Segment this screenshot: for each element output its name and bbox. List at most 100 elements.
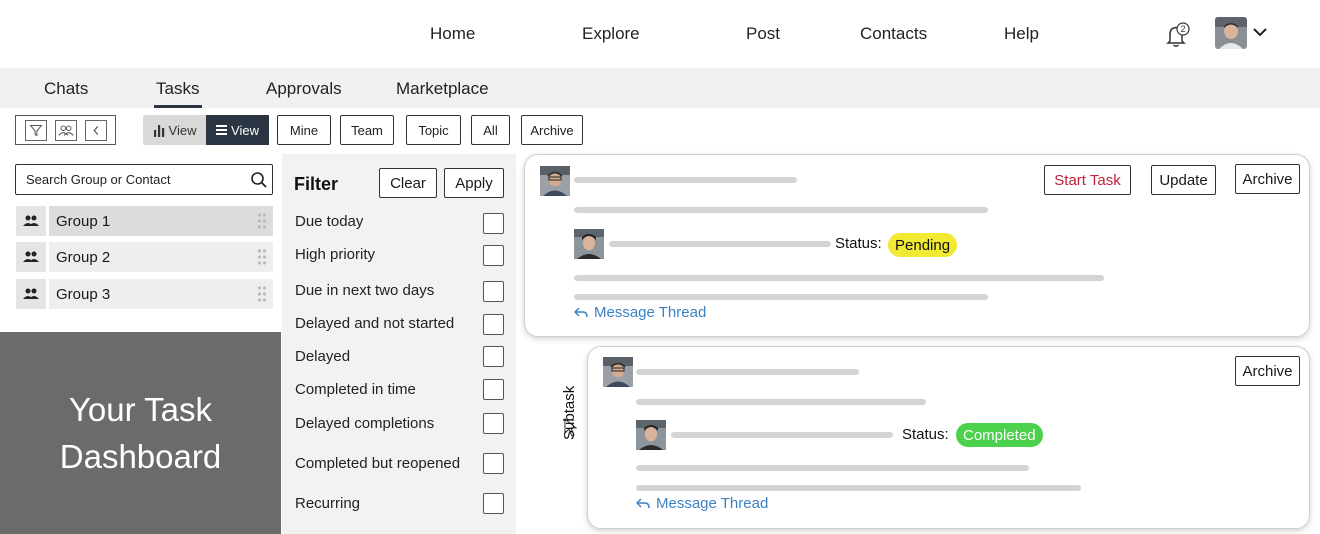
nav-explore[interactable]: Explore [582, 24, 640, 44]
nav-post[interactable]: Post [746, 24, 780, 44]
task-card[interactable]: Status: Pending Message Thread Start Tas… [524, 154, 1310, 337]
group-icon[interactable] [55, 120, 77, 141]
chart-view-label: View [168, 122, 197, 138]
filter-checkbox-due-next-two-days[interactable] [483, 281, 504, 302]
toolbar-icon-group [15, 115, 116, 145]
reply-icon [574, 307, 588, 318]
assignee-avatar [636, 420, 666, 450]
search-icon[interactable] [250, 171, 268, 189]
assigner-avatar [540, 166, 570, 196]
status-label: Status: [902, 426, 949, 443]
tab-chats[interactable]: Chats [44, 79, 88, 99]
filter-checkbox-completed-in-time[interactable] [483, 379, 504, 400]
filter-option-label: Completed in time [295, 381, 416, 398]
group-item-2[interactable]: Group 2 [16, 242, 273, 272]
placeholder-line [636, 369, 859, 375]
filter-icon[interactable] [25, 120, 47, 141]
group-item-1[interactable]: Group 1 [16, 206, 273, 236]
apply-button[interactable]: Apply [444, 168, 504, 198]
reply-icon [636, 498, 650, 509]
clear-button[interactable]: Clear [379, 168, 437, 198]
archive-button[interactable]: Archive [1235, 164, 1300, 194]
filter-option-label: Completed but reopened [295, 455, 461, 472]
search-placeholder: Search Group or Contact [26, 172, 171, 187]
dashboard-banner: Your Task Dashboard [0, 332, 281, 534]
filter-checkbox-due-today[interactable] [483, 213, 504, 234]
bell-icon[interactable]: 2 [1162, 20, 1192, 50]
people-icon [16, 279, 46, 309]
filter-option-label: Due today [295, 213, 364, 230]
placeholder-line [609, 241, 831, 247]
drag-handle-icon[interactable] [257, 285, 267, 303]
people-icon [16, 242, 46, 272]
sub-tabs: Chats Tasks Approvals Marketplace [0, 68, 1320, 108]
filter-option-label: Delayed completions [295, 415, 435, 432]
placeholder-line [574, 207, 988, 213]
placeholder-line [636, 465, 1029, 471]
status-badge-completed: Completed [956, 423, 1043, 447]
status-badge-pending: Pending [888, 233, 958, 257]
drag-handle-icon[interactable] [257, 212, 267, 230]
chip-team[interactable]: Team [340, 115, 394, 145]
filter-checkbox-delayed-completions[interactable] [483, 413, 504, 434]
placeholder-line [671, 432, 893, 438]
filter-panel [282, 154, 516, 534]
nav-home[interactable]: Home [430, 24, 475, 44]
tab-approvals[interactable]: Approvals [266, 79, 342, 99]
dashboard-title: Your Task Dashboard [59, 391, 222, 475]
placeholder-line [574, 275, 1104, 281]
message-thread-link[interactable]: Message Thread [636, 495, 768, 512]
list-view-button[interactable]: View [206, 115, 269, 145]
chevron-down-icon[interactable] [1252, 26, 1268, 38]
filter-checkbox-completed-reopened[interactable] [483, 453, 504, 474]
message-thread-label: Message Thread [594, 304, 707, 321]
update-button[interactable]: Update [1151, 165, 1216, 195]
active-tab-indicator [154, 105, 202, 108]
message-thread-link[interactable]: Message Thread [574, 304, 706, 321]
group-label: Group 2 [56, 248, 111, 266]
filter-checkbox-delayed-not-started[interactable] [483, 314, 504, 335]
filter-option-label: High priority [295, 246, 376, 263]
chip-all[interactable]: All [471, 115, 510, 145]
list-view-label: View [231, 122, 259, 138]
archive-button[interactable]: Archive [1235, 356, 1300, 386]
filter-title: Filter [294, 174, 339, 194]
status-label: Status: [835, 235, 882, 252]
top-nav: Home Explore Post Contacts Help 2 [0, 0, 1320, 68]
group-label: Group 3 [56, 285, 111, 303]
start-task-button[interactable]: Start Task [1044, 165, 1131, 195]
list-icon [216, 125, 228, 135]
placeholder-line [574, 177, 797, 183]
filter-option-label: Delayed [295, 348, 351, 365]
search-input[interactable]: Search Group or Contact [15, 164, 273, 195]
filter-checkbox-delayed[interactable] [483, 346, 504, 367]
tab-tasks[interactable]: Tasks [156, 79, 199, 99]
tab-marketplace[interactable]: Marketplace [396, 79, 489, 99]
subtask-card[interactable]: Status: Completed Message Thread Archive [587, 346, 1310, 529]
filter-checkbox-recurring[interactable] [483, 493, 504, 514]
nav-help[interactable]: Help [1004, 24, 1039, 44]
people-icon [16, 206, 46, 236]
chart-view-button[interactable]: View [143, 115, 206, 145]
assigner-avatar [603, 357, 633, 387]
drag-handle-icon[interactable] [257, 248, 267, 266]
nav-contacts[interactable]: Contacts [860, 24, 927, 44]
view-toggle: View View [143, 115, 269, 145]
chip-archive[interactable]: Archive [521, 115, 583, 145]
chip-topic[interactable]: Topic [406, 115, 461, 145]
group-item-3[interactable]: Group 3 [16, 279, 273, 309]
filter-option-label: Due in next two days [295, 282, 435, 299]
subtask-label: Subtask [561, 385, 578, 440]
notification-count: 2 [1180, 24, 1185, 34]
collapse-icon[interactable] [85, 120, 107, 141]
bar-chart-icon [153, 124, 164, 137]
user-avatar[interactable] [1215, 17, 1247, 49]
placeholder-line [636, 399, 926, 405]
placeholder-line [636, 485, 1081, 491]
filter-option-label: Recurring [295, 495, 361, 512]
message-thread-label: Message Thread [656, 495, 769, 512]
placeholder-line [574, 294, 988, 300]
chip-mine[interactable]: Mine [277, 115, 331, 145]
filter-checkbox-high-priority[interactable] [483, 245, 504, 266]
assignee-avatar [574, 229, 604, 259]
